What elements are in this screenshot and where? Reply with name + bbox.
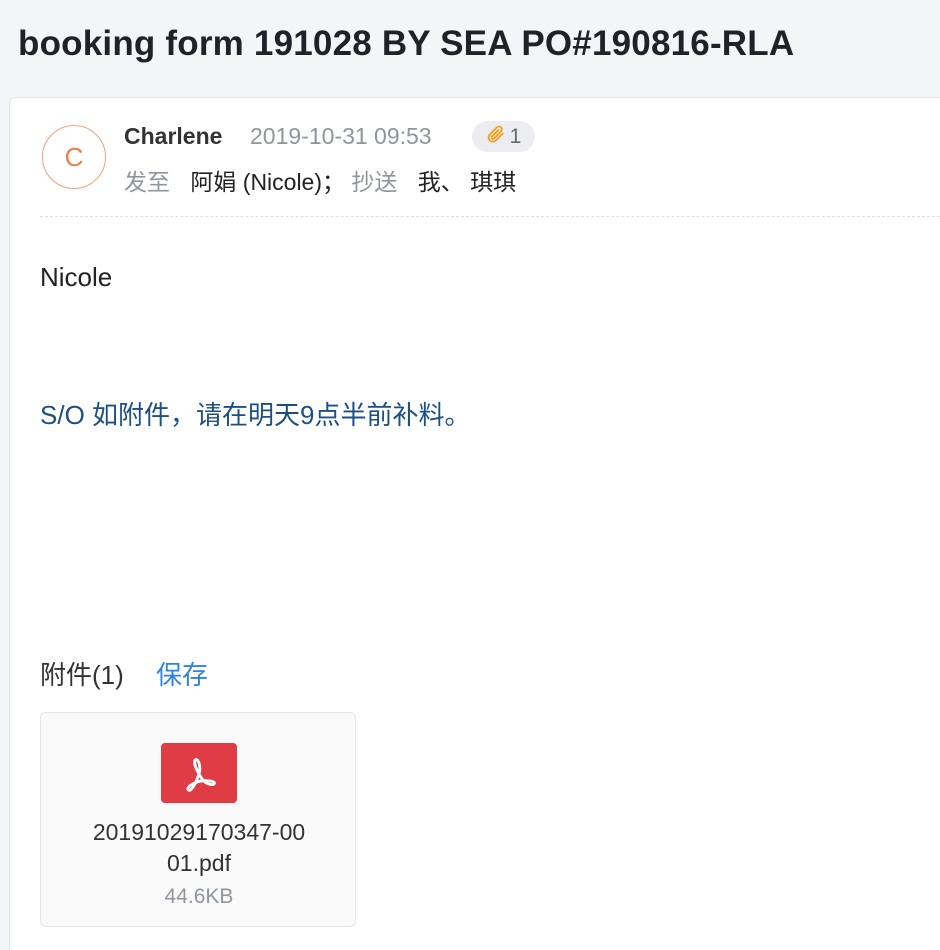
pdf-icon [161,743,237,803]
attachment-file-size: 44.6KB [164,885,234,908]
cc-recipients[interactable]: 我、 琪琪 [418,169,516,195]
paperclip-icon [486,124,506,150]
attachment-file-card[interactable]: 20191029170347-00 01.pdf 44.6KB [40,712,356,927]
sender-name[interactable]: Charlene [124,123,222,150]
to-recipient[interactable]: 阿娟 (Nicole) [190,169,322,195]
body-message: S/O 如附件，请在明天9点半前补料。 [40,400,471,430]
sender-avatar: C [42,125,106,189]
attachment-count: 1 [509,124,522,148]
attachments-title: 附件(1) [40,660,124,690]
recipient-separator: ； [322,169,346,195]
file-name-line-2: 01.pdf [167,850,231,876]
recipients-line: 发至 阿娟 (Nicole)； 抄送 我、 琪琪 [124,163,516,197]
save-attachments-link[interactable]: 保存 [156,655,208,692]
avatar-letter: C [64,141,84,172]
to-label: 发至 [124,169,170,195]
attachment-count-badge[interactable]: 1 [472,121,535,152]
cc-label: 抄送 [351,169,398,195]
email-subject: booking form 191028 BY SEA PO#190816-RLA [18,24,795,63]
file-name-line-1: 20191029170347-00 [92,819,306,845]
sent-datetime: 2019-10-31 09:53 [250,123,432,149]
body-greeting: Nicole [40,262,113,292]
header-divider [40,216,940,217]
attachment-file-name: 20191029170347-00 01.pdf [41,817,357,879]
